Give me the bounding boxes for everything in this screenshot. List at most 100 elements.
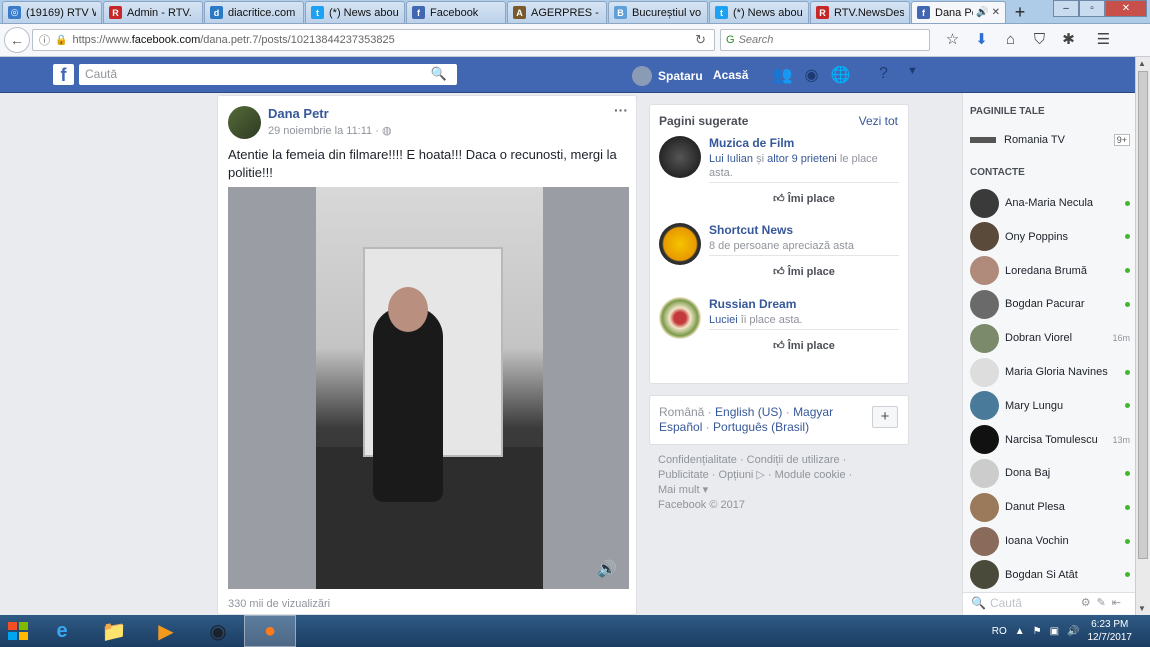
- tab-title: (19169) RTV W: [26, 6, 96, 19]
- contact-item[interactable]: Dobran Viorel 16m: [970, 322, 1130, 354]
- contact-item[interactable]: Maria Gloria Navines: [970, 356, 1130, 388]
- page-footer: Confidențialitate · Condiții de utilizar…: [658, 453, 908, 513]
- browser-tab[interactable]: R Admin - RTV.: [103, 1, 203, 23]
- account-menu-chevron-icon[interactable]: ▼: [898, 65, 927, 85]
- chat-search-input[interactable]: 🔍 Caută ⚙✎⇤: [962, 592, 1135, 614]
- language-link[interactable]: English (US): [715, 405, 782, 419]
- avatar: [970, 391, 999, 421]
- like-page-button[interactable]: 👍︎ Îmi place: [709, 182, 899, 205]
- post-options-button[interactable]: ···: [614, 102, 628, 118]
- contact-item[interactable]: Bogdan Pacurar: [970, 288, 1130, 320]
- chrome-icon[interactable]: ◉: [192, 615, 244, 647]
- info-icon[interactable]: ⓘ: [39, 32, 50, 48]
- more-languages-button[interactable]: +: [872, 406, 898, 428]
- notifications-globe-icon[interactable]: 🌐: [826, 65, 855, 85]
- profile-link[interactable]: Spataru: [632, 66, 703, 86]
- volume-icon[interactable]: 🔊: [597, 559, 617, 579]
- post-date[interactable]: 29 noiembrie la 11:11 · ◍: [268, 124, 392, 137]
- like-page-button[interactable]: 👍︎ Îmi place: [709, 329, 899, 352]
- help-icon[interactable]: ?: [869, 65, 898, 85]
- browser-tab[interactable]: d diacritice.com: [204, 1, 304, 23]
- browser-tab[interactable]: R RTV.NewsDes: [810, 1, 910, 23]
- start-button[interactable]: [0, 615, 36, 647]
- contact-item[interactable]: Ioana Vochin: [970, 525, 1130, 557]
- downloads-icon[interactable]: ⬇: [967, 29, 996, 51]
- page-avatar[interactable]: [659, 136, 701, 178]
- browser-search-input[interactable]: G Search: [720, 29, 930, 51]
- tab-audio-icon[interactable]: 🔊: [973, 7, 988, 18]
- messenger-icon[interactable]: ◉: [797, 65, 826, 85]
- browser-tab[interactable]: t (*) News abou: [709, 1, 809, 23]
- contact-item[interactable]: Bogdan Si Atât: [970, 559, 1130, 591]
- language-link[interactable]: Español: [659, 420, 702, 434]
- volume-icon[interactable]: 🔊: [1067, 626, 1079, 637]
- contact-item[interactable]: Ony Poppins: [970, 221, 1130, 253]
- contact-item[interactable]: Mary Lungu: [970, 390, 1130, 422]
- chat-options-icons[interactable]: ⚙✎⇤: [1081, 596, 1127, 611]
- language-indicator[interactable]: RO: [992, 626, 1007, 637]
- scrollbar-thumb[interactable]: [1138, 71, 1148, 559]
- firefox-icon[interactable]: ●: [244, 615, 296, 647]
- page-avatar[interactable]: [659, 297, 701, 339]
- footer-links[interactable]: Publicitate · Opțiuni ▷ · Module cookie …: [658, 468, 908, 483]
- browser-tab[interactable]: f Dana Pe🔊✕: [911, 1, 1006, 23]
- close-window-button[interactable]: ✕: [1105, 0, 1147, 17]
- contact-item[interactable]: Narcisa Tomulescu 13m: [970, 424, 1130, 456]
- flag-icon[interactable]: ⚑: [1033, 626, 1042, 637]
- browser-tab[interactable]: f Facebook: [406, 1, 506, 23]
- internet-explorer-icon[interactable]: e: [36, 615, 88, 647]
- browser-tab[interactable]: t (*) News abou: [305, 1, 405, 23]
- friends-link[interactable]: altor 9 prieteni: [767, 153, 837, 165]
- network-icon[interactable]: ▣: [1050, 626, 1059, 637]
- file-explorer-icon[interactable]: 📁: [88, 615, 140, 647]
- tab-title: Facebook: [430, 6, 479, 19]
- address-bar[interactable]: ⓘ 🔒 https://www. facebook.com/dana.petr.7…: [32, 29, 715, 51]
- search-engine-icon[interactable]: G: [726, 34, 735, 46]
- footer-more-link[interactable]: Mai mult ▾: [658, 483, 908, 498]
- browser-tab[interactable]: B Bucureștiul vo: [608, 1, 708, 23]
- reload-icon[interactable]: ↻: [695, 32, 706, 48]
- page-avatar[interactable]: [659, 223, 701, 265]
- clock[interactable]: 6:23 PM 12/7/2017: [1088, 618, 1133, 644]
- language-link[interactable]: Magyar: [793, 405, 833, 419]
- scroll-up-arrow-icon[interactable]: ▲: [1138, 59, 1146, 68]
- extension-icon[interactable]: ✱: [1054, 29, 1083, 51]
- see-all-link[interactable]: Vezi tot: [859, 114, 898, 128]
- friend-link[interactable]: Luciei: [709, 314, 738, 326]
- page-name[interactable]: Russian Dream: [709, 297, 796, 311]
- scroll-down-arrow-icon[interactable]: ▼: [1138, 604, 1146, 613]
- author-name[interactable]: Dana Petr: [268, 106, 329, 121]
- browser-tab[interactable]: ◎ (19169) RTV W: [2, 1, 102, 23]
- page-scrollbar[interactable]: ▲ ▼: [1135, 57, 1150, 615]
- page-name[interactable]: Shortcut News: [709, 223, 793, 237]
- new-tab-button[interactable]: +: [1007, 1, 1033, 23]
- author-avatar[interactable]: [228, 106, 261, 139]
- bookmark-star-icon[interactable]: ☆: [938, 29, 967, 51]
- your-page-item[interactable]: Romania TV 9+: [970, 134, 1130, 146]
- pocket-icon[interactable]: ⛉: [1025, 29, 1054, 51]
- tray-expand-icon[interactable]: ▲: [1015, 626, 1025, 637]
- footer-links[interactable]: Confidențialitate · Condiții de utilizar…: [658, 453, 908, 468]
- close-tab-icon[interactable]: ✕: [989, 7, 1000, 18]
- friend-link[interactable]: Lui Iulian: [709, 153, 753, 165]
- contact-item[interactable]: Dona Baj: [970, 457, 1130, 489]
- home-icon[interactable]: ⌂: [996, 29, 1025, 51]
- media-player-icon[interactable]: ▶: [140, 615, 192, 647]
- contact-item[interactable]: Danut Plesa: [970, 491, 1130, 523]
- language-link[interactable]: Português (Brasil): [713, 420, 809, 434]
- contact-item[interactable]: Loredana Brumă: [970, 255, 1130, 287]
- contact-item[interactable]: Ana-Maria Necula: [970, 187, 1130, 219]
- minimize-button[interactable]: –: [1053, 0, 1079, 17]
- maximize-button[interactable]: ▫: [1079, 0, 1105, 17]
- menu-icon[interactable]: ☰: [1089, 29, 1118, 51]
- back-button[interactable]: ←: [4, 27, 30, 53]
- browser-tab[interactable]: A AGERPRES - A: [507, 1, 607, 23]
- home-link[interactable]: Acasă: [713, 68, 748, 82]
- facebook-search-input[interactable]: Caută 🔍: [79, 64, 457, 85]
- friend-requests-icon[interactable]: 👥: [768, 65, 797, 85]
- like-page-button[interactable]: 👍︎ Îmi place: [709, 255, 899, 278]
- facebook-logo[interactable]: f: [53, 64, 74, 85]
- video-player[interactable]: 🔊: [228, 187, 629, 589]
- page-name[interactable]: Muzica de Film: [709, 136, 794, 150]
- search-icon[interactable]: 🔍: [431, 66, 447, 82]
